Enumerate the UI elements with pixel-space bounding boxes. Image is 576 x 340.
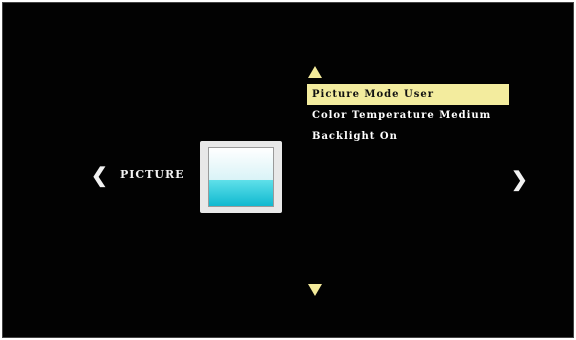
tv-osd-screen: ❮ PICTURE Picture Mode User Color Temper…	[2, 2, 574, 338]
section-title: PICTURE	[120, 168, 185, 181]
scroll-up-arrow-icon[interactable]	[308, 66, 322, 78]
menu-item-color-temperature[interactable]: Color Temperature Medium	[307, 105, 509, 126]
scroll-down-arrow-icon[interactable]	[308, 284, 322, 296]
picture-icon-frame	[208, 147, 274, 207]
menu-item-picture-mode[interactable]: Picture Mode User	[307, 84, 509, 105]
picture-icon-water	[209, 179, 273, 206]
picture-menu: Picture Mode User Color Temperature Medi…	[307, 84, 509, 147]
previous-section-arrow[interactable]: ❮	[91, 165, 108, 185]
picture-settings-icon	[200, 141, 282, 213]
next-section-arrow[interactable]: ❯	[511, 169, 528, 189]
picture-icon-sky	[209, 148, 273, 180]
menu-item-backlight[interactable]: Backlight On	[307, 126, 509, 147]
